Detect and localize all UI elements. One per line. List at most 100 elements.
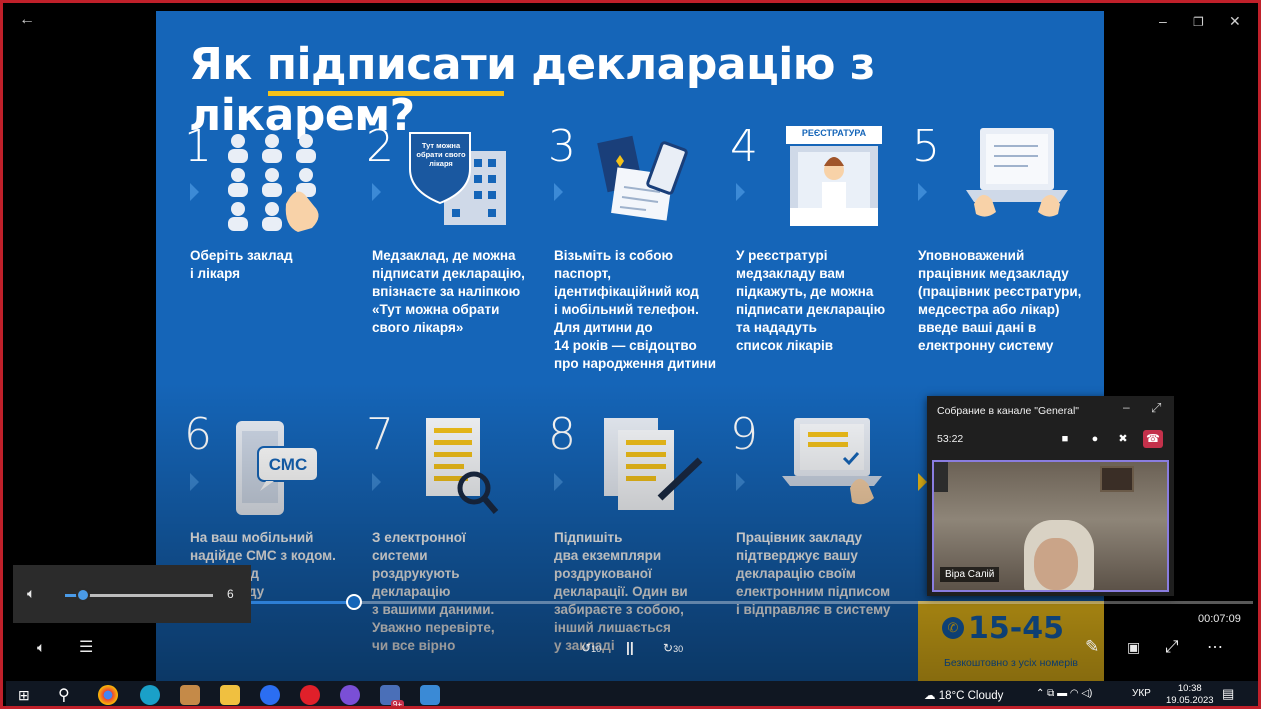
- camera-icon[interactable]: ■: [1055, 430, 1075, 448]
- volume-panel: 🔈︎ 6: [13, 565, 251, 623]
- participant-name: Віра Салій: [940, 567, 1000, 582]
- speaker-icon[interactable]: 🔈︎: [27, 585, 35, 602]
- step-text-5: Уповноважений працівник медзакладу (прац…: [918, 248, 1082, 353]
- meeting-window[interactable]: Собрание в канале "General" – ⤢ 53:22 ■ …: [927, 396, 1174, 596]
- documents-icon: [597, 135, 688, 221]
- step-text-7: З електронної системи роздрукують деклар…: [372, 530, 495, 653]
- more-options-icon[interactable]: ⋯: [1207, 637, 1223, 657]
- arrow-icon: [554, 473, 563, 491]
- microphone-icon[interactable]: ●: [1085, 430, 1105, 448]
- opera-icon[interactable]: [300, 685, 320, 705]
- step-text-2: Медзаклад, де можна підписати декларацію…: [372, 248, 525, 335]
- meeting-expand-icon[interactable]: ⤢: [1151, 400, 1161, 416]
- notifications-icon[interactable]: ▤: [1222, 686, 1234, 702]
- hang-up-button[interactable]: ☎: [1143, 430, 1163, 448]
- pen-icon[interactable]: ✎: [1085, 637, 1099, 657]
- share-screen-icon[interactable]: ✖: [1113, 430, 1133, 448]
- close-button[interactable]: ✕: [1229, 13, 1241, 30]
- taskbar: ⊞ ⚲ 9+ ☁ 18°C Cloudy ⌃ ⧉ ▬ ◠ ◁) УКР 10:3…: [6, 681, 1258, 706]
- restore-button[interactable]: ❐: [1193, 15, 1204, 29]
- forward-button[interactable]: ↻30: [663, 641, 683, 655]
- elapsed-time: 00:07:09: [1198, 613, 1241, 625]
- seek-bar-thumb[interactable]: [346, 594, 362, 610]
- tray-icons[interactable]: ⌃ ⧉ ▬ ◠ ◁): [1036, 688, 1092, 699]
- viber-icon[interactable]: [340, 685, 360, 705]
- title-underline: [268, 91, 504, 96]
- arrow-icon: [736, 473, 745, 491]
- media-player-icon[interactable]: [420, 685, 440, 705]
- sticker-label: Тут можна обрати свого лікаря: [416, 141, 466, 168]
- volume-slider[interactable]: [65, 588, 213, 602]
- clock-time: 10:38: [1177, 683, 1202, 694]
- step-number-9: 9: [730, 409, 758, 460]
- weather-widget[interactable]: ☁ 18°C Cloudy: [924, 688, 1003, 702]
- fullscreen-icon[interactable]: ⤢: [1165, 637, 1179, 657]
- file-explorer-icon[interactable]: [220, 685, 240, 705]
- arrow-icon: [372, 473, 381, 491]
- search-icon[interactable]: ⚲: [58, 685, 70, 705]
- arrow-icon: [918, 473, 927, 491]
- arrow-icon: [190, 183, 199, 201]
- language-indicator[interactable]: УКР: [1132, 688, 1151, 699]
- weather-text: 18°C Cloudy: [938, 690, 1004, 702]
- miniplayer-icon[interactable]: ▣: [1127, 639, 1140, 656]
- rewind-button[interactable]: ↺10: [581, 641, 601, 655]
- registry-icon: [786, 126, 882, 226]
- app-icon[interactable]: [180, 685, 200, 705]
- volume-button[interactable]: 🔈︎: [37, 639, 45, 656]
- rewind-label: 10: [591, 644, 602, 654]
- step-text-8: Підпишіть два екземпляри роздрукованої д…: [554, 530, 688, 653]
- pause-button[interactable]: ||: [626, 639, 634, 655]
- step-text-4: У реєстратурі медзакладу вам підкажуть, …: [736, 248, 886, 353]
- chrome-icon[interactable]: [98, 685, 118, 705]
- laptop-check-icon: [782, 418, 882, 505]
- back-button[interactable]: ←: [19, 11, 35, 29]
- arrow-icon: [918, 183, 927, 201]
- phone-icon: ✆: [942, 617, 964, 639]
- meeting-minimize-button[interactable]: –: [1123, 400, 1130, 414]
- arrow-icon: [190, 473, 199, 491]
- arrow-icon: [736, 183, 745, 201]
- video-background-picture: [1100, 466, 1134, 492]
- video-background-object: [934, 462, 948, 492]
- step-number-4: 4: [730, 121, 758, 172]
- hotline-number: 15-45: [968, 611, 1064, 646]
- step-number-6: 6: [184, 409, 212, 460]
- minimize-button[interactable]: –: [1159, 13, 1167, 29]
- forward-label: 30: [673, 644, 684, 654]
- hotline-box: ✆ 15-45 Безкоштовно з усіх номерів: [918, 601, 1104, 681]
- cloud-icon: ☁: [924, 690, 939, 702]
- participant-skin: [1034, 538, 1078, 590]
- step-text-1: Оберіть заклад і лікаря: [190, 248, 293, 281]
- app-window: ← – ❐ ✕ Як підписати декларацію з лікаре…: [0, 0, 1261, 709]
- step-number-3: 3: [548, 121, 576, 172]
- notification-badge: 9+: [390, 700, 404, 709]
- arrow-icon: [372, 183, 381, 201]
- step-number-1: 1: [184, 121, 212, 172]
- sign-documents-icon: [604, 418, 703, 510]
- windows-start-icon[interactable]: ⊞: [18, 687, 30, 704]
- arrow-icon: [554, 183, 563, 201]
- zoom-icon[interactable]: [260, 685, 280, 705]
- edge-icon[interactable]: [140, 685, 160, 705]
- clock-date: 19.05.2023: [1166, 695, 1214, 706]
- meeting-timer: 53:22: [937, 433, 964, 445]
- step-number-7: 7: [366, 409, 394, 460]
- clinic-sticker-icon: [409, 132, 506, 225]
- doctors-icon: [228, 134, 319, 232]
- subtitles-icon[interactable]: ☰: [79, 637, 93, 657]
- step-text-3: Візьміть із собою паспорт, ідентифікацій…: [554, 248, 717, 371]
- hotline-note: Безкоштовно з усіх номерів: [944, 657, 1079, 669]
- step-text-9: Працівник закладу підтверджує вашу декла…: [736, 530, 891, 617]
- meeting-title: Собрание в канале "General": [937, 405, 1080, 417]
- sms-label: СМС: [268, 455, 308, 474]
- registry-sign: РЕЄСТРАТУРА: [801, 128, 867, 138]
- slide-title: Як підписати декларацію з лікарем?: [189, 39, 875, 141]
- document-search-icon: [426, 418, 499, 514]
- step-number-8: 8: [548, 409, 576, 460]
- participant-video[interactable]: Віра Салій: [932, 460, 1169, 592]
- laptop-icon: [966, 128, 1068, 217]
- teams-icon[interactable]: 9+: [380, 685, 404, 706]
- clock[interactable]: 10:38 19.05.2023: [1166, 683, 1214, 706]
- volume-slider-thumb[interactable]: [75, 588, 90, 602]
